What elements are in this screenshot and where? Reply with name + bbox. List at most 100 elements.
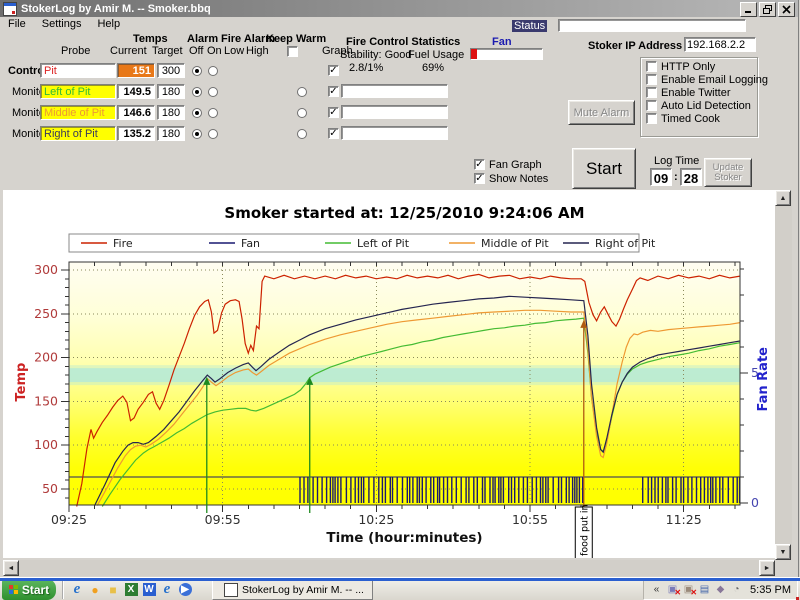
graph-checkbox[interactable]: ✓ <box>328 107 339 118</box>
fire-stats-stability-value: 2.8/1% <box>349 62 383 74</box>
minimize-button[interactable] <box>740 2 757 17</box>
graph-checkbox[interactable]: ✓ <box>328 65 339 76</box>
log-time-minutes[interactable]: 28 <box>680 168 702 186</box>
probe-target-input[interactable]: 180 <box>157 105 185 120</box>
alarm-on-radio[interactable] <box>208 108 218 118</box>
header-probe: Probe <box>61 45 90 57</box>
mute-alarm-button[interactable]: Mute Alarm <box>568 100 635 125</box>
app-icon <box>3 2 17 16</box>
probe-note-input[interactable] <box>341 105 448 119</box>
svg-text:food put in: food put in <box>579 505 590 556</box>
alarm-off-radio[interactable] <box>192 87 202 97</box>
keep-warm-radio[interactable] <box>297 129 307 139</box>
svg-text:Fire: Fire <box>113 237 133 250</box>
restore-button[interactable] <box>759 2 776 17</box>
excel-icon[interactable]: X <box>123 582 139 598</box>
show-notes-checkbox[interactable]: ✓ <box>474 173 485 184</box>
probe-current-temp: 149.5 <box>117 84 155 99</box>
stoker-ip-input[interactable]: 192.168.2.2 <box>684 37 756 52</box>
header-target: Target <box>152 45 183 57</box>
fan-graph-checkbox[interactable]: ✓ <box>474 159 485 170</box>
scroll-left-button[interactable]: ◄ <box>3 560 19 576</box>
alarm-off-radio[interactable] <box>192 66 202 76</box>
probe-target-input[interactable]: 180 <box>157 126 185 141</box>
option-label: Enable Twitter <box>661 87 731 99</box>
word-icon[interactable]: W <box>141 582 157 598</box>
option-label: Timed Cook <box>661 113 720 125</box>
show-notes-label: Show Notes <box>489 173 548 185</box>
keep-warm-radio[interactable] <box>297 108 307 118</box>
svg-text:09:55: 09:55 <box>205 512 241 527</box>
collapse-chevron[interactable]: « <box>650 583 663 596</box>
scroll-up-button[interactable]: ▲ <box>775 190 791 206</box>
probe-name-input[interactable]: Middle of Pit <box>40 105 116 120</box>
network-error-icon[interactable]: ▣✕ <box>666 583 679 596</box>
keep-warm-radio[interactable] <box>297 87 307 97</box>
probe-name-input[interactable]: Right of Pit <box>40 126 116 141</box>
log-time-hours[interactable]: 09 <box>650 168 672 186</box>
timer-icon[interactable]: ● <box>87 582 103 598</box>
svg-text:100: 100 <box>34 437 58 452</box>
task-app-icon <box>224 583 238 597</box>
graph-checkbox[interactable]: ✓ <box>328 86 339 97</box>
fan-graph-label: Fan Graph <box>489 159 542 171</box>
header-alarm-on: On <box>207 45 222 57</box>
taskbar-stokerlog-button[interactable]: StokerLog by Amir M. -- ... <box>212 579 373 600</box>
browser-icon[interactable]: e <box>159 582 175 598</box>
svg-text:Right of Pit: Right of Pit <box>595 237 656 250</box>
vertical-scrollbar[interactable]: ▲ ▼ <box>775 190 792 560</box>
probe-target-input[interactable]: 180 <box>157 84 185 99</box>
graph-checkbox[interactable]: ✓ <box>328 128 339 139</box>
menu-settings[interactable]: Settings <box>34 17 90 31</box>
header-keep-warm: Keep Warm <box>266 33 326 45</box>
keep-warm-master-checkbox[interactable] <box>287 46 298 57</box>
stoker-ip-label: Stoker IP Address <box>588 40 682 52</box>
status-input[interactable] <box>558 19 746 32</box>
folder-icon[interactable]: ■ <box>105 582 121 598</box>
alarm-on-radio[interactable] <box>208 66 218 76</box>
media-player-icon[interactable]: ▶ <box>177 582 193 598</box>
desktop: StokerLog by Amir M. -- Smoker.bbq FileS… <box>0 0 800 600</box>
option-checkbox-timed-cook[interactable] <box>646 113 657 124</box>
ie-icon[interactable]: e <box>69 582 85 598</box>
option-checkbox-enable-twitter[interactable] <box>646 87 657 98</box>
horizontal-scrollbar[interactable]: ◄ ► <box>3 560 775 576</box>
close-button[interactable] <box>778 2 795 17</box>
probe-target-input[interactable]: 300 <box>157 63 185 78</box>
connection-error-icon[interactable]: ▣✕ <box>682 583 695 596</box>
scroll-right-button[interactable]: ► <box>759 560 775 576</box>
svg-text:50: 50 <box>42 481 58 496</box>
probe-current-temp: 135.2 <box>117 126 155 141</box>
alarm-off-radio[interactable] <box>192 108 202 118</box>
start-button[interactable]: Start <box>572 148 636 189</box>
power-icon[interactable]: ◔ <box>730 583 743 596</box>
svg-text:10:55: 10:55 <box>512 512 548 527</box>
volume-icon[interactable]: ◆ <box>714 583 727 596</box>
probe-name-input[interactable]: Pit <box>40 63 116 78</box>
option-checkbox-auto-lid-detection[interactable] <box>646 100 657 111</box>
taskbar-clock: 5:35 PM <box>750 584 791 596</box>
svg-text:Fan: Fan <box>241 237 260 250</box>
start-menu-button[interactable]: Start <box>2 579 56 600</box>
header-current: Current <box>110 45 147 57</box>
svg-text:Fan Rate: Fan Rate <box>756 347 771 412</box>
probe-note-input[interactable] <box>341 84 448 98</box>
display-icon[interactable]: ▤ <box>698 583 711 596</box>
scroll-down-button[interactable]: ▼ <box>775 544 791 560</box>
menu-help[interactable]: Help <box>89 17 128 31</box>
log-time-separator: : <box>674 171 678 183</box>
alarm-on-radio[interactable] <box>208 129 218 139</box>
option-label: Auto Lid Detection <box>661 100 751 112</box>
alarm-off-radio[interactable] <box>192 129 202 139</box>
svg-text:200: 200 <box>34 350 58 365</box>
menu-file[interactable]: File <box>0 17 34 31</box>
option-checkbox-enable-email-logging[interactable] <box>646 74 657 85</box>
system-tray: «▣✕▣✕▤◆◔ 5:35 PM <box>643 579 798 600</box>
option-checkbox-http-only[interactable] <box>646 61 657 72</box>
probe-name-input[interactable]: Left of Pit <box>40 84 116 99</box>
update-stoker-button[interactable]: Update Stoker <box>704 158 752 187</box>
alarm-on-radio[interactable] <box>208 87 218 97</box>
windows-flag-icon <box>9 585 19 595</box>
svg-text:0: 0 <box>751 495 759 510</box>
probe-note-input[interactable] <box>341 126 448 140</box>
